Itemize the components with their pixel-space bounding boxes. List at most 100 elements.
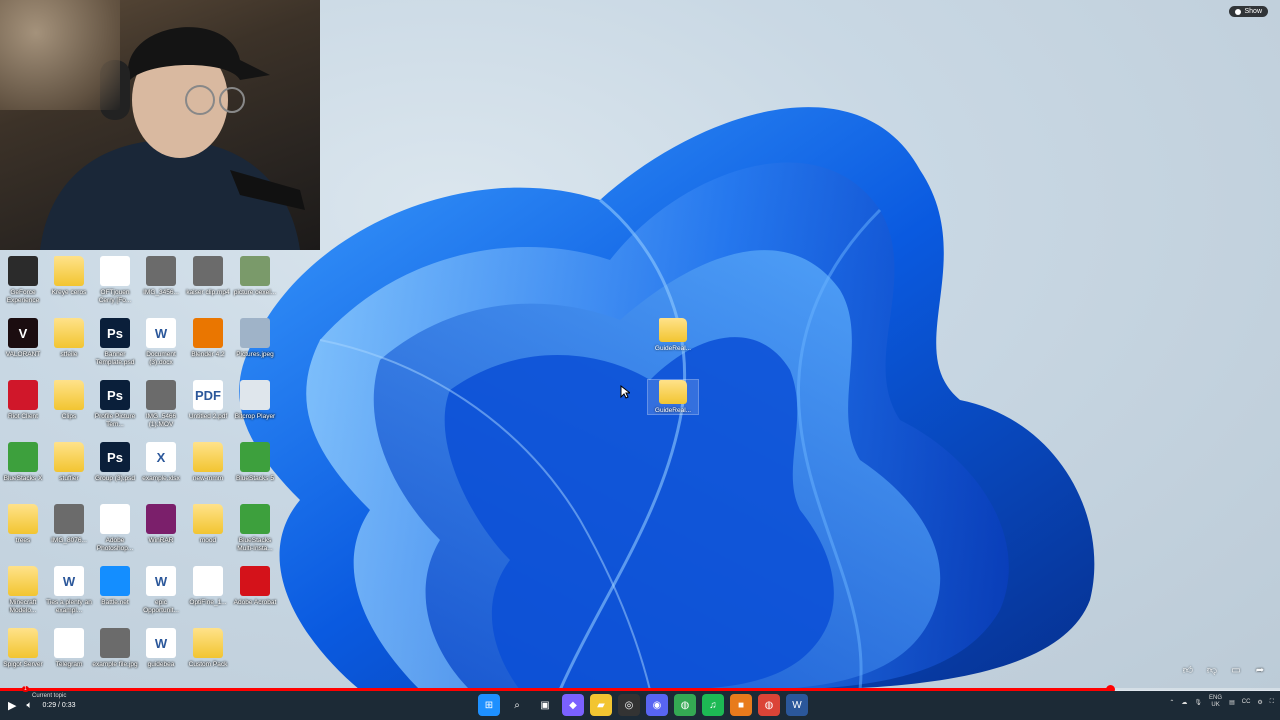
desktop-icon[interactable]: mood — [185, 504, 231, 545]
desktop-icon[interactable]: Riot Client — [0, 380, 46, 421]
desktop-icon[interactable]: Blender 4.2 — [185, 318, 231, 359]
desktop-icon[interactable]: Wepic Opportunit... — [138, 566, 184, 615]
webcam-overlay — [0, 0, 320, 250]
desktop-icon[interactable]: WinRAR — [138, 504, 184, 545]
desktop-icon[interactable]: stfeile — [46, 318, 92, 359]
desktop-icon[interactable]: GeForce Experience — [0, 256, 46, 305]
captions-icon[interactable]: CC — [1242, 699, 1251, 705]
desktop-icon-label: Document (3).docx — [146, 351, 176, 366]
photoshop-icon: Ps — [100, 318, 130, 348]
desktop-icon[interactable]: Ps Group (3).psd — [92, 442, 138, 483]
folder-label: GuideReal... — [654, 345, 692, 352]
image-icon — [240, 256, 270, 286]
desktop-icon-label: Adobe Photoshop... — [96, 537, 134, 552]
winrar-icon — [146, 504, 176, 534]
copilot-icon[interactable]: ◆ — [562, 694, 584, 716]
desktop-icon-label: BlueStacks X — [3, 475, 43, 482]
windows-start-icon[interactable]: ⊞ — [478, 694, 500, 716]
system-tray: ⌃ ☁ 🎙︎ ENG UK ▤ CC ⚙ ⛶ — [1169, 695, 1274, 709]
desktop-icon[interactable]: picture oexel... — [232, 256, 278, 297]
play-icon[interactable]: ▶ — [8, 699, 16, 712]
desktop-icon-label: kaiser clip.mp4 — [186, 289, 230, 296]
desktop-icon[interactable]: Clips — [46, 380, 92, 421]
desktop-icon[interactable]: Custom Pack — [185, 628, 231, 669]
desktop-icon[interactable]: W Ties a plenty an exampl... — [46, 566, 92, 615]
desktop-icon-label: Telegram — [55, 661, 83, 668]
obs-icon[interactable]: ◎ — [618, 694, 640, 716]
desktop-icon[interactable]: BlueStacks X — [0, 442, 46, 483]
dislike-icon[interactable]: 👎︎ — [1204, 662, 1220, 678]
desktop-icon[interactable]: Ps Banner Template.psd — [92, 318, 138, 367]
show-button[interactable]: Show — [1229, 6, 1268, 17]
file-explorer-icon[interactable]: ▰ — [590, 694, 612, 716]
desktop-icon[interactable]: IMG_5466 (1).MOV — [138, 380, 184, 429]
desktop-icon[interactable]: V VALORANT — [0, 318, 46, 359]
spotify-icon[interactable]: ♫ — [702, 694, 724, 716]
riot-icon — [8, 380, 38, 410]
desktop-icon-label: Pictures.jpeg — [236, 351, 274, 358]
media-icon — [100, 256, 130, 286]
desktop-icon[interactable]: IMG_8076... — [46, 504, 92, 545]
desktop-icon[interactable]: OFTjouen Cerry [Fo... — [92, 256, 138, 305]
volume-icon[interactable]: 🔈︎ — [26, 700, 32, 711]
desktop-icon[interactable]: trees — [0, 504, 46, 545]
settings-gear-icon[interactable]: ⚙ — [1257, 699, 1262, 706]
chrome-alt-icon[interactable]: ◍ — [758, 694, 780, 716]
desktop-icon-label: VALORANT — [5, 351, 41, 358]
desktop-icon[interactable]: Telegram — [46, 628, 92, 669]
desktop-icon-label: GeForce Experience — [6, 289, 40, 304]
desktop-icon[interactable]: Pictures.jpeg — [232, 318, 278, 359]
desktop-icon[interactable]: Ps Profile Picture Tem... — [92, 380, 138, 429]
desktop-icon[interactable]: IMG_3456... — [138, 256, 184, 297]
desktop-icon[interactable]: Adobe Acrobat — [232, 566, 278, 607]
desktop-icon[interactable]: OptiFine_1... — [185, 566, 231, 607]
language-region: UK — [1211, 702, 1220, 708]
word-icon: W — [146, 318, 176, 348]
desktop-icon[interactable]: example file.jpg — [92, 628, 138, 669]
desktop-icon[interactable]: Adobe Photoshop... — [92, 504, 138, 553]
desktop-icon[interactable]: kaiser clip.mp4 — [185, 256, 231, 297]
photoshop-icon: Ps — [100, 442, 130, 472]
desktop-icon[interactable]: PDF Untitled 2.pdf — [185, 380, 231, 421]
excel-icon: X — [146, 442, 176, 472]
desktop-icon-label: IMG_8076... — [51, 537, 87, 544]
app-icon[interactable]: ■ — [730, 694, 752, 716]
folder-icon — [8, 504, 38, 534]
fullscreen-icon[interactable]: ⛶ — [1270, 699, 1274, 706]
desktop-icon[interactable]: W Document (3).docx — [138, 318, 184, 367]
discord-icon[interactable]: ◉ — [646, 694, 668, 716]
desktop-icon[interactable]: BlueStacks Multi-Insta... — [232, 504, 278, 553]
desktop-folder-guidereal-1[interactable]: GuideReal... — [648, 318, 698, 352]
word-taskbar-icon[interactable]: W — [786, 694, 808, 716]
desktop-icon[interactable]: Minecraft Modelo... — [0, 566, 46, 615]
task-view-icon[interactable]: ▣ — [534, 694, 556, 716]
desktop-icon-label: Battle.net — [101, 599, 129, 606]
language-indicator[interactable]: ENG UK — [1209, 695, 1222, 709]
chevron-up-icon[interactable]: ⌃ — [1169, 699, 1174, 706]
onedrive-icon[interactable]: ☁ — [1181, 699, 1187, 706]
network-icon[interactable]: ▤ — [1229, 699, 1235, 706]
search-icon[interactable]: ⌕ — [506, 694, 528, 716]
desktop-icon[interactable]: Battle.net — [92, 566, 138, 607]
notification-badge: 1 — [22, 686, 29, 692]
desktop-icon-label: WinRAR — [148, 537, 174, 544]
folder-icon — [193, 628, 223, 658]
chrome-icon[interactable]: ◍ — [674, 694, 696, 716]
desktop-icon[interactable]: stuffier — [46, 442, 92, 483]
desktop-icon[interactable]: new-mmm — [185, 442, 231, 483]
desktop-icon[interactable]: Spigot Server — [0, 628, 46, 669]
microphone-icon[interactable]: 🎙︎ — [1194, 699, 1202, 706]
desktop-icon[interactable]: Wguidebea — [138, 628, 184, 669]
desktop-icon[interactable]: Bitcrop Player — [232, 380, 278, 421]
share-icon[interactable]: ➦ — [1252, 662, 1268, 678]
desktop-icon[interactable]: BlueStacks 5 — [232, 442, 278, 483]
video-time: 0:29 / 0:33 — [42, 702, 76, 709]
folder-icon — [54, 318, 84, 348]
desktop-icon[interactable]: Kreye ceros — [46, 256, 92, 297]
comment-icon[interactable]: ▭ — [1228, 662, 1244, 678]
photoshop-icon: Ps — [100, 380, 130, 410]
like-icon[interactable]: 👍︎ — [1180, 662, 1196, 678]
desktop-icon[interactable]: Xexample.xlsx — [138, 442, 184, 483]
desktop-folder-guidereal-2[interactable]: GuideReal... — [647, 379, 699, 415]
desktop-icon-label: Banner Template.psd — [95, 351, 135, 366]
